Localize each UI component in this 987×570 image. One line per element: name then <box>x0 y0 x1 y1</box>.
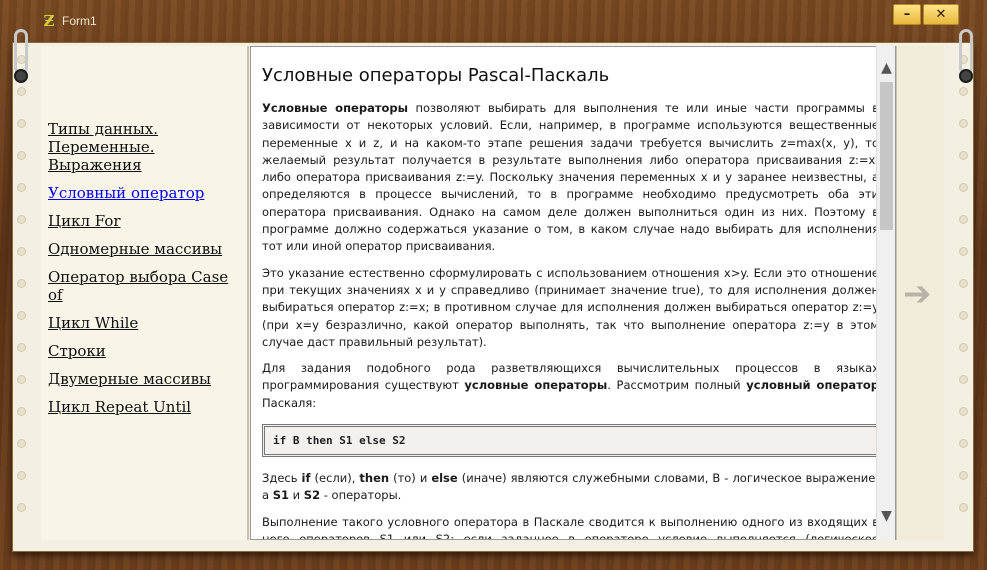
page-nav-panel: ➔ <box>896 46 944 540</box>
paragraph-3-text-c: Паскаля: <box>262 395 317 410</box>
paragraph-3: Для задания подобного рода разветвляющих… <box>262 360 879 412</box>
paragraph-1-text: позволяют выбирать для выполнения те или… <box>262 101 879 254</box>
binder-ring-right-pin <box>959 69 973 83</box>
p4-then: then <box>359 471 390 486</box>
paragraph-3-bold-a: условные операторы <box>464 378 608 393</box>
app-icon: Ƶ <box>43 12 55 30</box>
p4-else: else <box>431 471 458 486</box>
p4-f: - операторы. <box>320 488 402 503</box>
article-view[interactable]: Условные операторы Pascal-Паскаль Условн… <box>250 46 896 540</box>
vertical-scrollbar[interactable]: ▲ ▼ <box>876 46 895 540</box>
binder-holes-right <box>959 55 971 535</box>
p4-a: Здесь <box>262 471 302 486</box>
p4-e: и <box>289 488 304 503</box>
paragraph-3-text-b: . Рассмотрим полный <box>607 378 747 393</box>
close-button[interactable]: ✕ <box>923 4 959 25</box>
binder-ring-left-pin <box>14 69 28 83</box>
binder-holes-left <box>17 55 29 535</box>
paragraph-4: Здесь if (если), then (то) и else (иначе… <box>262 470 879 505</box>
sidebar-item-strings[interactable]: Строки <box>48 342 244 360</box>
book-panel: Типы данных. Переменные. Выражения Услов… <box>12 29 974 552</box>
sidebar-item-conditional[interactable]: Условный оператор <box>48 184 244 202</box>
window-controls: – ✕ <box>893 4 959 25</box>
sidebar-item-2d-arrays[interactable]: Двумерные массивы <box>48 370 244 388</box>
p4-s1: S1 <box>272 488 289 503</box>
p4-b: (если), <box>310 471 360 486</box>
scroll-up-button[interactable]: ▲ <box>877 58 896 78</box>
p4-s2: S2 <box>303 488 321 503</box>
paragraph-5: Выполнение такого условного оператора в … <box>262 514 879 540</box>
sidebar-item-case-of[interactable]: Оператор выбора Case of <box>48 268 244 304</box>
window-title: Form1 <box>62 14 97 28</box>
paragraph-1-bold: Условные операторы <box>262 101 409 115</box>
topic-list: Типы данных. Переменные. Выражения Услов… <box>48 120 244 426</box>
sidebar-item-for-loop[interactable]: Цикл For <box>48 212 244 230</box>
sidebar-item-while-loop[interactable]: Цикл While <box>48 314 244 332</box>
sidebar-item-data-types[interactable]: Типы данных. Переменные. Выражения <box>48 120 244 174</box>
paragraph-2: Это указание естественно сформулировать … <box>262 265 879 349</box>
code-block: if B then S1 else S2 <box>262 424 879 458</box>
arrow-right-icon[interactable]: ➔ <box>903 274 932 314</box>
scroll-down-button[interactable]: ▼ <box>877 506 896 526</box>
sidebar: Типы данных. Переменные. Выражения Услов… <box>41 46 249 540</box>
sidebar-item-repeat-until[interactable]: Цикл Repeat Until <box>48 398 244 416</box>
title-bar: Ƶ Form1 – ✕ <box>0 0 987 42</box>
minimize-button[interactable]: – <box>893 4 921 25</box>
article-title: Условные операторы Pascal-Паскаль <box>262 65 610 86</box>
paragraph-1: Условные операторы позволяют выбирать дл… <box>262 100 879 256</box>
sidebar-item-arrays[interactable]: Одномерные массивы <box>48 240 244 258</box>
p4-c: (то) и <box>389 471 432 486</box>
scroll-thumb[interactable] <box>880 82 893 230</box>
paragraph-3-bold-b: условный оператор <box>746 378 879 393</box>
